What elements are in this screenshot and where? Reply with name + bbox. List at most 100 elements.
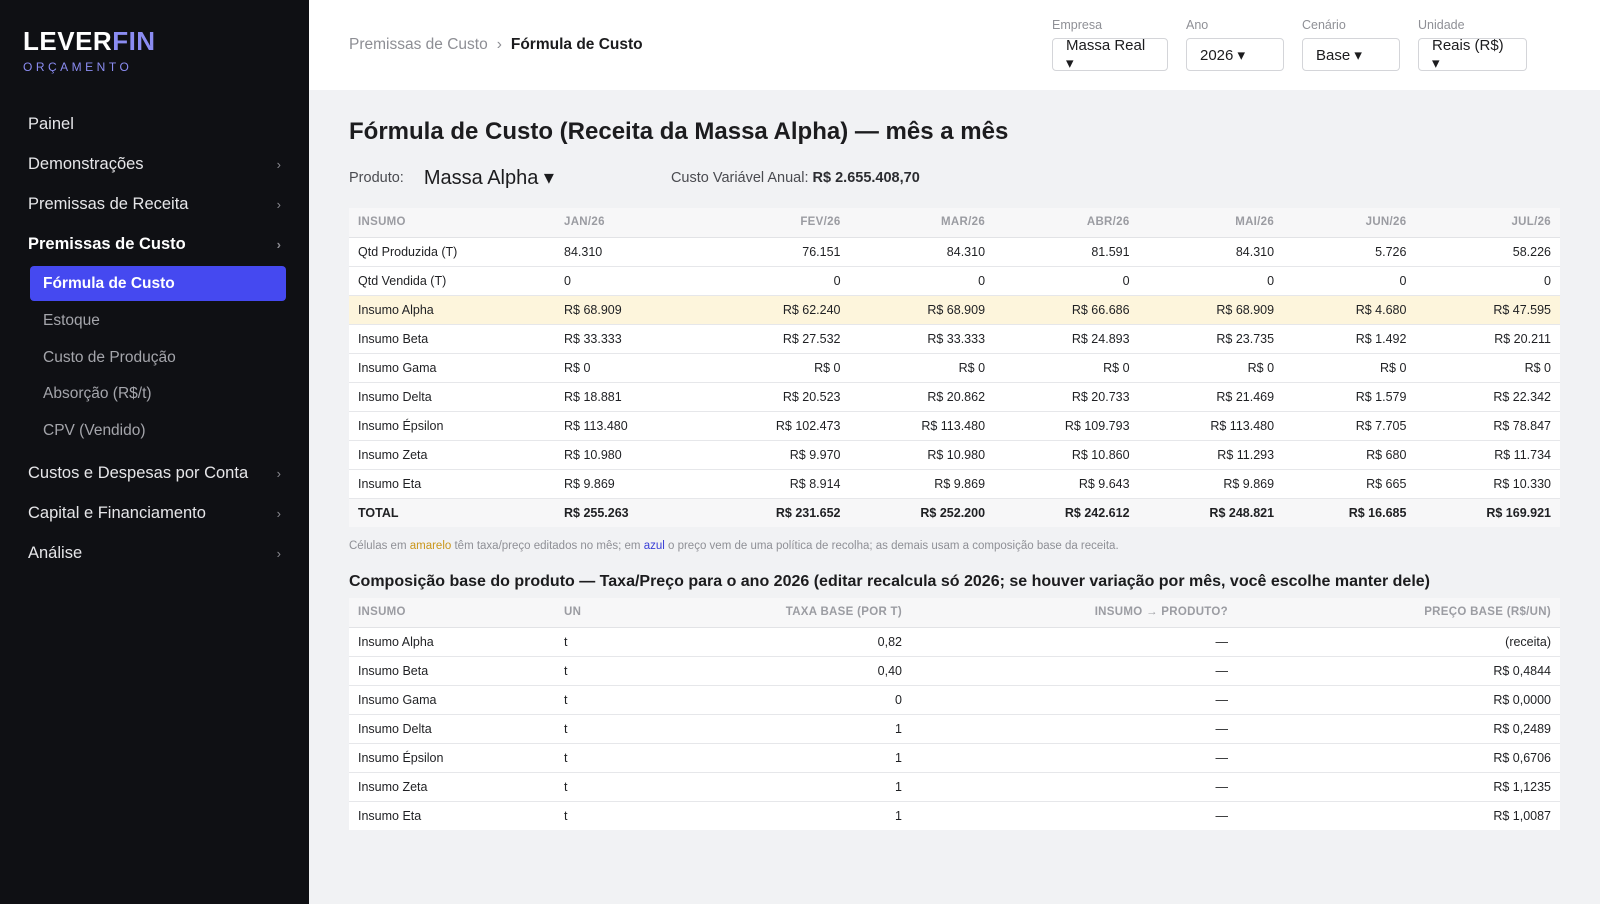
logo[interactable]: LEVERFIN ORÇAMENTO <box>23 27 156 74</box>
table-cell[interactable]: 0,82 <box>705 627 911 657</box>
sidebar-item-premissas-de-custo[interactable]: Premissas de Custo › <box>0 224 309 264</box>
table-cell[interactable]: 0 <box>555 266 705 296</box>
table-cell[interactable]: R$ 33.333 <box>555 324 705 354</box>
table-cell[interactable]: R$ 0,2489 <box>1237 714 1560 744</box>
column-header[interactable]: ABR/26 <box>994 208 1139 238</box>
product-select[interactable]: Massa Alpha ▾ <box>424 165 554 190</box>
table-cell[interactable]: R$ 9.869 <box>1138 469 1284 499</box>
table-cell[interactable]: 0 <box>994 266 1139 296</box>
table-cell[interactable]: 1 <box>705 743 911 773</box>
table-cell[interactable]: R$ 1.492 <box>1283 324 1416 354</box>
table-cell[interactable]: R$ 66.686 <box>994 295 1139 325</box>
column-header[interactable]: FEV/26 <box>705 208 850 238</box>
table-cell[interactable]: R$ 20.523 <box>705 382 850 412</box>
table-cell[interactable]: R$ 24.893 <box>994 324 1139 354</box>
table-cell[interactable]: R$ 18.881 <box>555 382 705 412</box>
table-cell[interactable]: 1 <box>705 714 911 744</box>
sidebar-item-painel[interactable]: Painel <box>0 104 309 144</box>
sidebar-subitem[interactable]: CPV (Vendido) <box>0 413 309 450</box>
table-cell[interactable]: R$ 33.333 <box>849 324 995 354</box>
table-cell[interactable]: R$ 255.263 <box>555 498 705 527</box>
table-cell[interactable]: R$ 0,4844 <box>1237 656 1560 686</box>
table-cell[interactable]: R$ 0,6706 <box>1237 743 1560 773</box>
sidebar-subitem[interactable]: Absorção (R$/t) <box>0 376 309 413</box>
table-cell[interactable]: R$ 0 <box>1138 353 1284 383</box>
table-cell[interactable]: 81.591 <box>994 237 1139 267</box>
table-cell[interactable]: R$ 10.980 <box>849 440 995 470</box>
cenario-select[interactable]: Base ▾ <box>1302 38 1400 71</box>
column-header[interactable]: JAN/26 <box>555 208 705 238</box>
table-cell[interactable]: R$ 7.705 <box>1283 411 1416 441</box>
table-cell[interactable]: 0 <box>1415 266 1560 296</box>
table-cell[interactable]: 0 <box>705 685 911 715</box>
sidebar-item-analise[interactable]: Análise › <box>0 533 309 573</box>
table-cell[interactable]: 1 <box>705 801 911 830</box>
table-cell[interactable]: R$ 68.909 <box>555 295 705 325</box>
table-cell[interactable]: 5.726 <box>1283 237 1416 267</box>
table-cell[interactable]: 0 <box>1138 266 1284 296</box>
table-cell[interactable]: R$ 169.921 <box>1415 498 1560 527</box>
table-cell[interactable]: R$ 113.480 <box>849 411 995 441</box>
table-cell[interactable]: R$ 665 <box>1283 469 1416 499</box>
table-cell[interactable]: R$ 0 <box>849 353 995 383</box>
table-cell[interactable]: R$ 22.342 <box>1415 382 1560 412</box>
table-cell[interactable]: R$ 0 <box>1415 353 1560 383</box>
table-cell[interactable]: R$ 27.532 <box>705 324 850 354</box>
table-cell[interactable]: R$ 11.734 <box>1415 440 1560 470</box>
sidebar-item-premissas-de-receita[interactable]: Premissas de Receita › <box>0 184 309 224</box>
column-header[interactable]: JUL/26 <box>1415 208 1560 238</box>
table-cell[interactable]: 84.310 <box>555 237 705 267</box>
table-cell[interactable]: R$ 113.480 <box>555 411 705 441</box>
ano-select[interactable]: 2026 ▾ <box>1186 38 1284 71</box>
sidebar-subitem[interactable]: Fórmula de Custo <box>30 266 286 301</box>
table-cell[interactable]: 0,40 <box>705 656 911 686</box>
table-cell[interactable]: R$ 10.980 <box>555 440 705 470</box>
table-cell[interactable]: R$ 78.847 <box>1415 411 1560 441</box>
table-cell[interactable]: R$ 113.480 <box>1138 411 1284 441</box>
table-cell[interactable]: R$ 231.652 <box>705 498 850 527</box>
sidebar-subitem[interactable]: Estoque <box>0 303 309 340</box>
table-cell[interactable]: R$ 23.735 <box>1138 324 1284 354</box>
table-cell[interactable]: R$ 1,1235 <box>1237 772 1560 802</box>
table-cell[interactable]: R$ 680 <box>1283 440 1416 470</box>
table-cell[interactable]: 84.310 <box>1138 237 1284 267</box>
sidebar-item-capital-e-financiamento[interactable]: Capital e Financiamento › <box>0 493 309 533</box>
column-header[interactable]: JUN/26 <box>1283 208 1416 238</box>
empresa-select[interactable]: Massa Real ▾ <box>1052 37 1168 72</box>
table-cell[interactable]: 84.310 <box>849 237 995 267</box>
table-cell[interactable]: 76.151 <box>705 237 850 267</box>
table-cell[interactable]: R$ 9.869 <box>555 469 705 499</box>
table-cell[interactable]: 0 <box>705 266 850 296</box>
table-cell[interactable]: R$ 248.821 <box>1138 498 1284 527</box>
table-cell[interactable]: (receita) <box>1237 627 1560 657</box>
table-cell[interactable]: R$ 20.211 <box>1415 324 1560 354</box>
table-cell[interactable]: R$ 4.680 <box>1283 295 1416 325</box>
table-cell[interactable]: R$ 102.473 <box>705 411 850 441</box>
table-cell[interactable]: R$ 0 <box>994 353 1139 383</box>
table-cell[interactable]: R$ 0,0000 <box>1237 685 1560 715</box>
table-cell[interactable]: R$ 20.862 <box>849 382 995 412</box>
table-cell[interactable]: R$ 10.330 <box>1415 469 1560 499</box>
table-cell[interactable]: R$ 252.200 <box>849 498 995 527</box>
table-cell[interactable]: R$ 242.612 <box>994 498 1139 527</box>
table-cell[interactable]: R$ 1,0087 <box>1237 801 1560 830</box>
sidebar-subitem[interactable]: Custo de Produção <box>0 340 309 377</box>
breadcrumb-parent[interactable]: Premissas de Custo <box>349 36 488 54</box>
table-cell[interactable]: R$ 9.869 <box>849 469 995 499</box>
sidebar-item-custos-e-despesas-por-conta[interactable]: Custos e Despesas por Conta › <box>0 453 309 493</box>
table-cell[interactable]: R$ 109.793 <box>994 411 1139 441</box>
table-cell[interactable]: R$ 20.733 <box>994 382 1139 412</box>
table-cell[interactable]: 58.226 <box>1415 237 1560 267</box>
table-cell[interactable]: R$ 10.860 <box>994 440 1139 470</box>
table-cell[interactable]: R$ 1.579 <box>1283 382 1416 412</box>
table-cell[interactable]: R$ 62.240 <box>705 295 850 325</box>
table-cell[interactable]: R$ 16.685 <box>1283 498 1416 527</box>
table-cell[interactable]: R$ 0 <box>555 353 705 383</box>
table-cell[interactable]: 0 <box>849 266 995 296</box>
table-cell[interactable]: R$ 9.643 <box>994 469 1139 499</box>
table-cell[interactable]: R$ 47.595 <box>1415 295 1560 325</box>
table-cell[interactable]: R$ 68.909 <box>849 295 995 325</box>
unidade-select[interactable]: Reais (R$) ▾ <box>1418 37 1527 72</box>
table-cell[interactable]: 0 <box>1283 266 1416 296</box>
table-cell[interactable]: R$ 21.469 <box>1138 382 1284 412</box>
